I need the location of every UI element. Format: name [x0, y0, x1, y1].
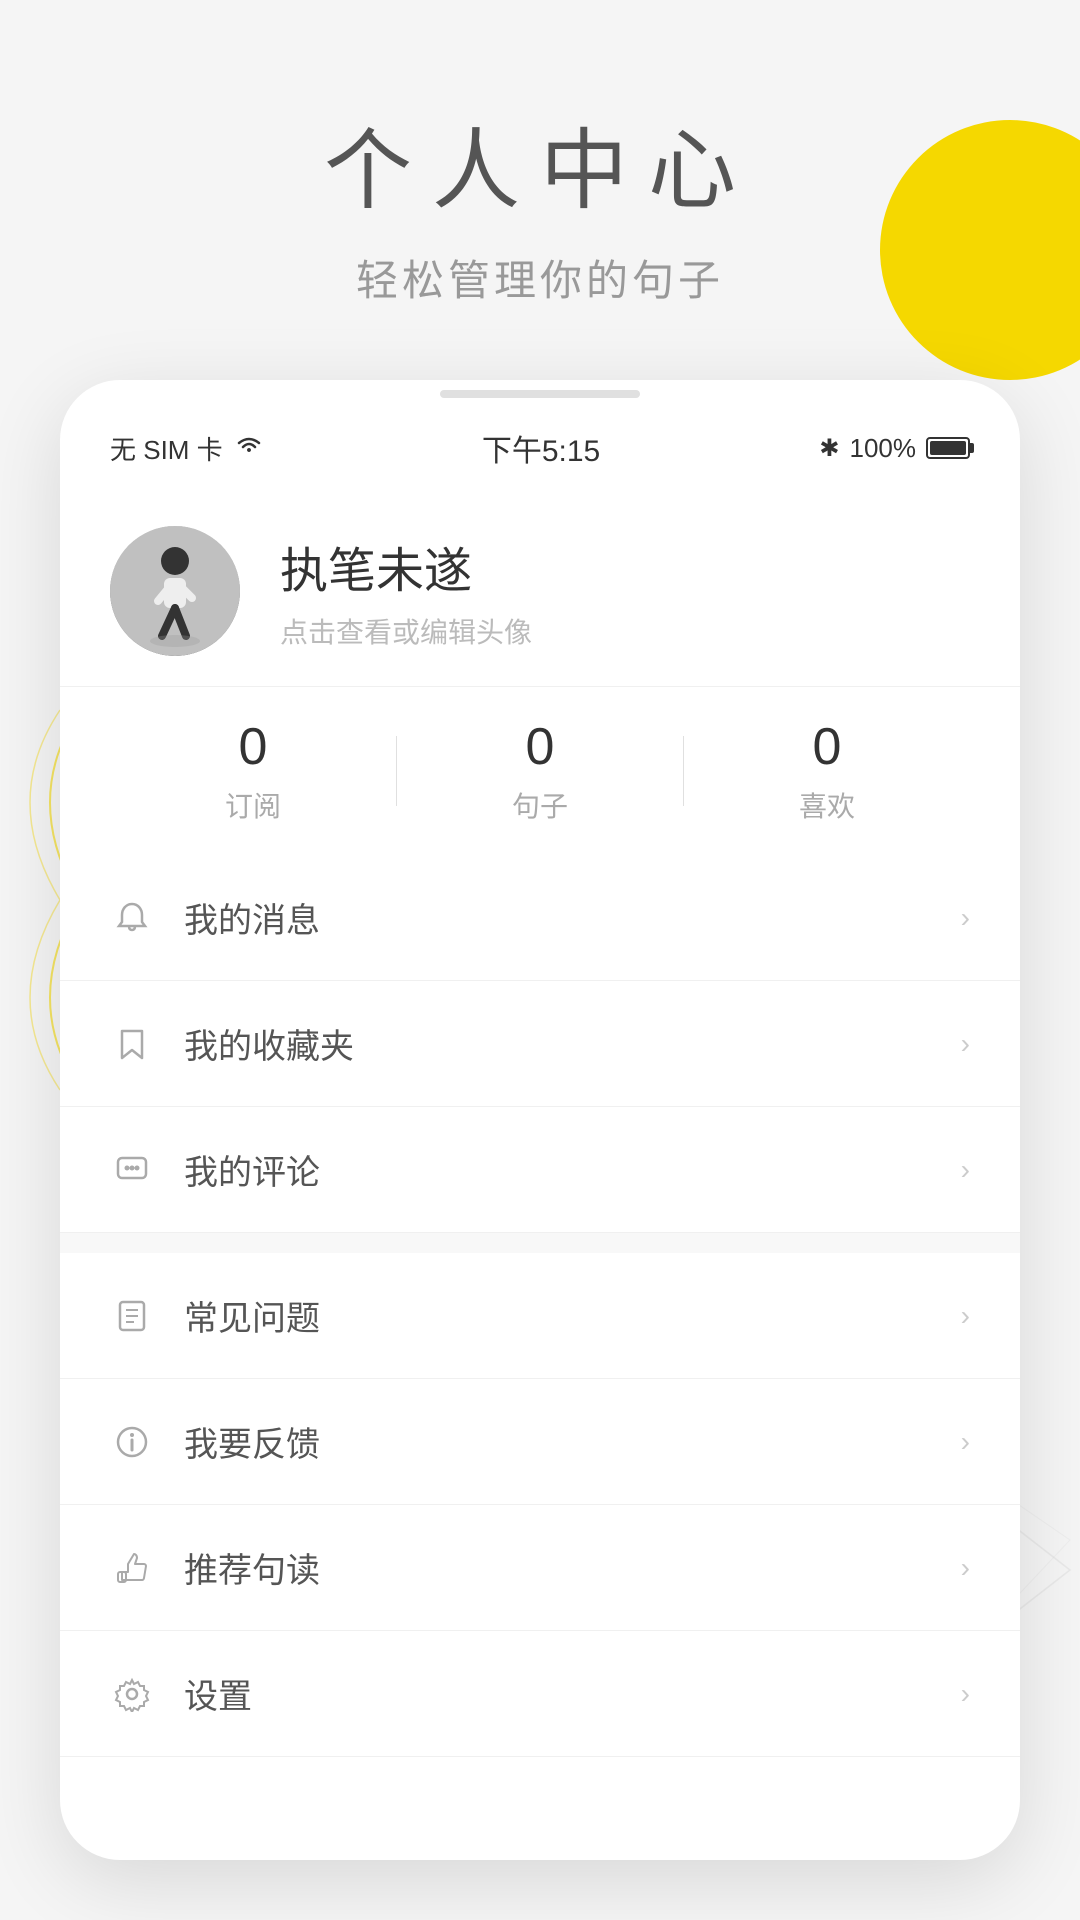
thumb-icon	[110, 1546, 154, 1590]
chevron-right-icon-6: ›	[961, 1552, 970, 1584]
menu-feedback-label: 我要反馈	[184, 1417, 320, 1466]
menu-recommend-label: 推荐句读	[184, 1543, 320, 1592]
status-left: 无 SIM 卡	[110, 430, 263, 467]
phone-notch	[440, 390, 640, 398]
stat-subscribe-label: 订阅	[225, 785, 281, 825]
chat-icon	[110, 1148, 154, 1192]
menu-favorites-label: 我的收藏夹	[184, 1019, 354, 1068]
menu-item-settings[interactable]: 设置 ›	[60, 1631, 1020, 1757]
gear-icon	[110, 1672, 154, 1716]
carrier-label: 无 SIM 卡	[110, 430, 223, 467]
time-display: 下午5:15	[482, 426, 600, 470]
phone-mockup: 无 SIM 卡 下午5:15 ✱ 100%	[60, 380, 1020, 1860]
profile-name: 执笔未遂	[280, 531, 532, 601]
wifi-icon	[235, 434, 263, 463]
menu-group-2: 常见问题 › 我要反馈 ›	[60, 1253, 1020, 1757]
status-bar: 无 SIM 卡 下午5:15 ✱ 100%	[60, 398, 1020, 486]
chevron-right-icon-5: ›	[961, 1426, 970, 1458]
stat-likes-label: 喜欢	[799, 785, 855, 825]
menu-item-favorites[interactable]: 我的收藏夹 ›	[60, 981, 1020, 1107]
avatar[interactable]	[110, 526, 240, 656]
page-header: 个人中心 轻松管理你的句子	[0, 100, 1080, 308]
menu-messages-label: 我的消息	[184, 893, 320, 942]
menu-item-comments-left: 我的评论	[110, 1145, 320, 1194]
menu-faq-label: 常见问题	[184, 1291, 320, 1340]
profile-info: 执笔未遂 点击查看或编辑头像	[280, 531, 532, 651]
info-icon	[110, 1420, 154, 1464]
status-right: ✱ 100%	[819, 433, 970, 464]
menu-item-feedback[interactable]: 我要反馈 ›	[60, 1379, 1020, 1505]
profile-section[interactable]: 执笔未遂 点击查看或编辑头像	[60, 486, 1020, 686]
bluetooth-icon: ✱	[819, 434, 839, 463]
menu-item-favorites-left: 我的收藏夹	[110, 1019, 354, 1068]
bell-icon	[110, 896, 154, 940]
menu-item-faq[interactable]: 常见问题 ›	[60, 1253, 1020, 1379]
menu-settings-label: 设置	[184, 1669, 252, 1718]
chevron-right-icon-4: ›	[961, 1300, 970, 1332]
menu-comments-label: 我的评论	[184, 1145, 320, 1194]
stat-sentences[interactable]: 0 句子	[397, 717, 683, 825]
stat-sentences-value: 0	[526, 717, 555, 777]
battery-icon	[926, 437, 970, 459]
chevron-right-icon-2: ›	[961, 1028, 970, 1060]
avatar-image	[110, 526, 240, 656]
menu-item-recommend-left: 推荐句读	[110, 1543, 320, 1592]
tag-icon	[110, 1294, 154, 1338]
menu-item-messages[interactable]: 我的消息 ›	[60, 855, 1020, 981]
stat-likes[interactable]: 0 喜欢	[684, 717, 970, 825]
stat-sentences-label: 句子	[512, 785, 568, 825]
chevron-right-icon: ›	[961, 902, 970, 934]
stat-likes-value: 0	[813, 717, 842, 777]
menu-group-spacer	[60, 1233, 1020, 1253]
menu-item-recommend[interactable]: 推荐句读 ›	[60, 1505, 1020, 1631]
menu-item-faq-left: 常见问题	[110, 1291, 320, 1340]
menu-item-feedback-left: 我要反馈	[110, 1417, 320, 1466]
menu-group-1: 我的消息 › 我的收藏夹 ›	[60, 855, 1020, 1233]
menu-item-comments[interactable]: 我的评论 ›	[60, 1107, 1020, 1233]
page-subtitle: 轻松管理你的句子	[0, 247, 1080, 308]
phone-notch-area	[60, 380, 1020, 398]
page-title: 个人中心	[0, 100, 1080, 227]
profile-hint: 点击查看或编辑头像	[280, 611, 532, 651]
menu-item-messages-left: 我的消息	[110, 893, 320, 942]
stat-subscribe-value: 0	[239, 717, 268, 777]
battery-percentage: 100%	[849, 433, 916, 464]
stats-section: 0 订阅 0 句子 0 喜欢	[60, 686, 1020, 855]
menu-item-settings-left: 设置	[110, 1669, 252, 1718]
stat-subscribe[interactable]: 0 订阅	[110, 717, 396, 825]
bookmark-icon	[110, 1022, 154, 1066]
chevron-right-icon-7: ›	[961, 1678, 970, 1710]
chevron-right-icon-3: ›	[961, 1154, 970, 1186]
